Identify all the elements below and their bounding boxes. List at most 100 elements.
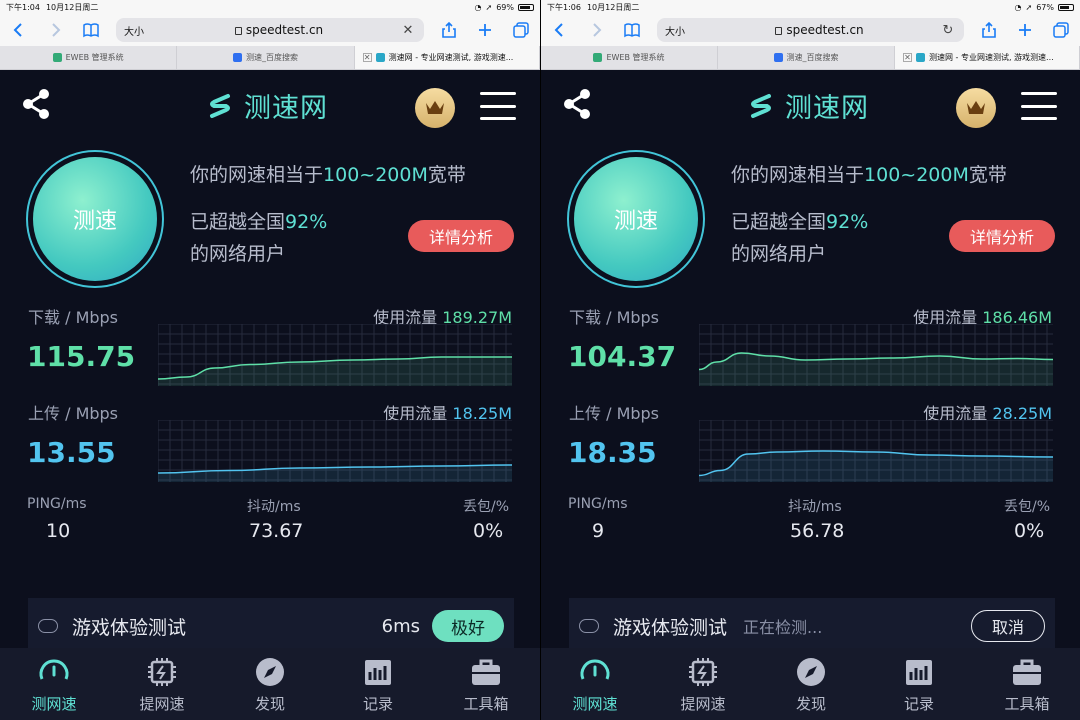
url-text: speedtest.cn: [245, 23, 324, 37]
status-time: 下午1:04: [6, 2, 40, 12]
forward-icon[interactable]: [44, 19, 66, 41]
address-bar[interactable]: 大小 speedtest.cn ✕: [116, 18, 424, 42]
close-icon[interactable]: ✕: [400, 23, 416, 38]
back-icon[interactable]: [8, 19, 30, 41]
new-tab-icon[interactable]: [474, 19, 496, 41]
speed-equivalent: 你的网速相当于100~200M宽带: [731, 164, 1007, 186]
logo-s-icon: [751, 93, 771, 118]
game-test-status: 正在检测...: [743, 618, 823, 637]
nav-boost[interactable]: 提网速: [649, 648, 757, 720]
app-logo: 测速网: [745, 86, 869, 125]
crown-icon: [426, 101, 444, 114]
status-time: 下午1:06: [547, 2, 581, 12]
game-test-bar[interactable]: 游戏体验测试 6ms 极好: [28, 598, 514, 654]
tab-eweb[interactable]: EWEB 管理系统: [0, 46, 178, 69]
reload-icon[interactable]: ↻: [940, 23, 956, 38]
share-sheet-icon[interactable]: [978, 19, 1000, 41]
share-icon[interactable]: [20, 88, 52, 120]
crown-icon: [967, 101, 985, 114]
start-test-button[interactable]: 测速: [574, 157, 698, 281]
game-test-bar[interactable]: 游戏体验测试 正在检测... 取消: [569, 598, 1055, 654]
start-ring: 测速: [26, 150, 164, 288]
address-bar[interactable]: 大小 speedtest.cn ↻: [657, 18, 964, 42]
vip-crown-button[interactable]: [415, 88, 455, 128]
tab-eweb[interactable]: EWEB 管理系统: [541, 46, 718, 69]
nav-speedtest[interactable]: 测网速: [0, 648, 108, 720]
share-sheet-icon[interactable]: [438, 19, 460, 41]
nav-speedtest[interactable]: 测网速: [541, 648, 649, 720]
new-tab-icon[interactable]: [1014, 19, 1036, 41]
status-date: 10月12日周二: [45, 2, 99, 12]
speedometer-icon: [39, 659, 69, 680]
app-logo: 测速网: [204, 86, 328, 125]
tab-close-icon[interactable]: ✕: [362, 53, 372, 62]
bottom-nav: 测网速 提网速 发现 记录 工具箱: [541, 648, 1080, 720]
upload-value: 18.35: [568, 436, 657, 469]
tab-strip: EWEB 管理系统 测速_百度搜索 ✕ 测速网 - 专业网速测试, 游戏测速...: [541, 46, 1080, 70]
cancel-button[interactable]: 取消: [971, 610, 1045, 642]
url-text: speedtest.cn: [786, 23, 864, 37]
ping-value: 10: [46, 520, 71, 542]
baidu-favicon: [232, 53, 242, 62]
bookmarks-icon[interactable]: [80, 19, 102, 41]
result-summary: 测速 你的网速相当于100~200M宽带 已超越全国92% 的网络用户 详情分析: [541, 140, 1080, 300]
tab-baidu[interactable]: 测速_百度搜索: [177, 46, 355, 69]
share-icon[interactable]: [561, 88, 593, 120]
tab-close-icon[interactable]: ✕: [903, 53, 912, 62]
download-metric: 下载 / Mbps 使用流量 186.46M 104.37: [541, 300, 1080, 396]
status-bar: 下午1:06 10月12日周二 ◔ ➚ 67%: [541, 0, 1080, 14]
bookmarks-icon[interactable]: [621, 19, 643, 41]
app-title: 测速网: [785, 93, 869, 124]
battery-percent: 69%: [496, 2, 514, 12]
reader-size-button[interactable]: 大小: [665, 23, 699, 38]
battery-fill: [520, 5, 530, 9]
game-latency: 6ms: [381, 615, 420, 637]
game-rating-badge[interactable]: 极好: [432, 610, 504, 642]
back-icon[interactable]: [549, 19, 571, 41]
menu-icon[interactable]: [480, 92, 516, 120]
beat-rate: 已超越全国92% 的网络用户: [731, 211, 869, 265]
tab-speedtest[interactable]: ✕ 测速网 - 专业网速测试, 游戏测速...: [895, 46, 1080, 69]
download-graph: [699, 324, 1053, 386]
tab-baidu[interactable]: 测速_百度搜索: [718, 46, 895, 69]
nav-toolbox[interactable]: 工具箱: [432, 648, 540, 720]
app-header: 测速网: [0, 70, 540, 140]
nav-records[interactable]: 记录: [865, 648, 973, 720]
download-graph: [158, 324, 512, 386]
start-test-button[interactable]: 测速: [33, 157, 157, 281]
jitter-value: 56.78: [790, 520, 845, 542]
upload-metric: 上传 / Mbps 使用流量 18.25M 13.55: [0, 396, 540, 492]
ping-label: PING/ms: [27, 496, 87, 512]
detail-analysis-button[interactable]: 详情分析: [408, 220, 514, 252]
upload-label: 上传 / Mbps: [28, 404, 119, 423]
menu-icon[interactable]: [1021, 92, 1057, 120]
loss-label: 丢包/%: [1004, 499, 1051, 515]
nav-discover[interactable]: 发现: [757, 648, 865, 720]
chip-icon: [148, 657, 176, 686]
tabs-overview-icon[interactable]: [510, 19, 532, 41]
detail-analysis-button[interactable]: 详情分析: [949, 220, 1055, 252]
upload-graph: [158, 420, 512, 482]
gamepad-icon: [38, 619, 58, 633]
app-header: 测速网: [541, 70, 1080, 140]
reader-size-button[interactable]: 大小: [124, 23, 158, 38]
upload-graph: [699, 420, 1053, 482]
nav-boost[interactable]: 提网速: [108, 648, 216, 720]
chip-icon: [689, 657, 717, 686]
beat-rate: 已超越全国92% 的网络用户: [190, 211, 328, 265]
screen-right: 下午1:06 10月12日周二 ◔ ➚ 67% 大小 speedtest.cn ↻…: [540, 0, 1080, 720]
status-date: 10月12日周二: [586, 2, 640, 12]
tabs-overview-icon[interactable]: [1050, 19, 1072, 41]
vip-crown-button[interactable]: [956, 88, 996, 128]
nav-records[interactable]: 记录: [324, 648, 432, 720]
nav-discover[interactable]: 发现: [216, 648, 324, 720]
loss-value: 0%: [1014, 520, 1045, 542]
upload-value: 13.55: [27, 436, 116, 469]
nav-toolbox[interactable]: 工具箱: [973, 648, 1080, 720]
upload-label: 上传 / Mbps: [569, 404, 660, 423]
forward-icon[interactable]: [585, 19, 607, 41]
app-title: 测速网: [244, 93, 328, 124]
upload-metric: 上传 / Mbps 使用流量 28.25M 18.35: [541, 396, 1080, 492]
tab-speedtest[interactable]: ✕ 测速网 - 专业网速测试, 游戏测速...: [354, 46, 540, 69]
speedtest-favicon: [916, 53, 925, 62]
